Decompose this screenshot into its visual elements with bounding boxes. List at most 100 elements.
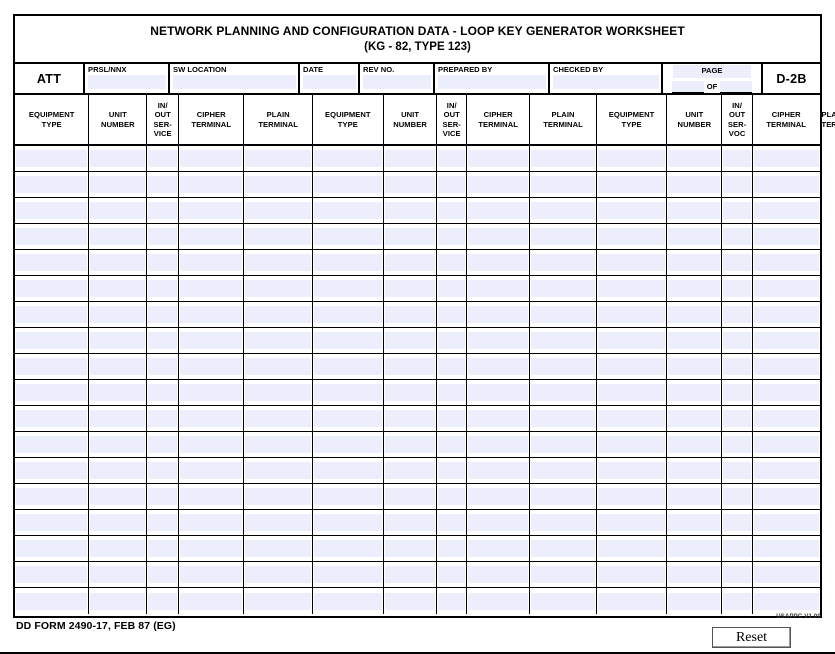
grid-input-unit-number-2[interactable]: [384, 253, 436, 271]
grid-input-unit-number-3[interactable]: [668, 488, 721, 506]
grid-input-unit-number-3[interactable]: [668, 175, 721, 193]
grid-cell-unit-number-3[interactable]: [666, 431, 723, 459]
grid-cell-equipment-type-2[interactable]: [312, 379, 384, 406]
grid-input-plain-terminal-1[interactable]: [245, 331, 311, 349]
grid-cell-plain-terminal-2[interactable]: [529, 275, 597, 302]
grid-input-cipher-terminal-3[interactable]: [753, 201, 819, 219]
grid-cell-equipment-type-1[interactable]: [15, 223, 90, 250]
grid-input-cipher-terminal-2[interactable]: [467, 488, 529, 506]
grid-input-unit-number-2[interactable]: [384, 436, 436, 454]
grid-cell-plain-terminal-1[interactable]: [243, 145, 313, 172]
grid-input-plain-terminal-1[interactable]: [245, 409, 311, 427]
grid-cell-equipment-type-1[interactable]: [15, 327, 90, 354]
grid-cell-in-out-service-3[interactable]: [721, 587, 753, 614]
grid-input-unit-number-3[interactable]: [668, 149, 721, 167]
grid-cell-equipment-type-3[interactable]: [596, 171, 668, 198]
grid-input-plain-terminal-2[interactable]: [531, 592, 595, 610]
grid-input-plain-terminal-2[interactable]: [531, 436, 595, 454]
grid-cell-cipher-terminal-3[interactable]: [752, 379, 821, 406]
grid-cell-equipment-type-2[interactable]: [312, 275, 384, 302]
grid-input-in-out-service-1[interactable]: [148, 462, 177, 480]
grid-cell-unit-number-1[interactable]: [88, 327, 148, 354]
grid-cell-plain-terminal-2[interactable]: [529, 353, 597, 380]
grid-cell-unit-number-2[interactable]: [383, 509, 438, 537]
grid-input-unit-number-2[interactable]: [384, 540, 436, 558]
grid-input-cipher-terminal-1[interactable]: [180, 383, 243, 401]
grid-cell-plain-terminal-1[interactable]: [243, 353, 313, 380]
grid-cell-equipment-type-3[interactable]: [596, 145, 668, 172]
grid-input-cipher-terminal-1[interactable]: [180, 253, 243, 271]
grid-input-unit-number-3[interactable]: [668, 279, 721, 297]
grid-input-plain-terminal-2[interactable]: [531, 409, 595, 427]
grid-cell-cipher-terminal-2[interactable]: [466, 431, 531, 459]
grid-cell-equipment-type-3[interactable]: [596, 249, 668, 276]
grid-cell-in-out-service-1[interactable]: [146, 327, 179, 354]
checked-by-cell[interactable]: CHECKED BY: [550, 64, 663, 93]
grid-cell-in-out-service-2[interactable]: [436, 561, 467, 589]
grid-input-equipment-type-3[interactable]: [597, 566, 666, 584]
grid-cell-cipher-terminal-1[interactable]: [178, 353, 245, 380]
grid-input-cipher-terminal-1[interactable]: [180, 436, 243, 454]
grid-cell-in-out-service-3[interactable]: [721, 379, 753, 406]
grid-cell-cipher-terminal-2[interactable]: [466, 145, 531, 172]
grid-cell-equipment-type-1[interactable]: [15, 509, 90, 537]
grid-cell-in-out-service-1[interactable]: [146, 145, 179, 172]
grid-input-cipher-terminal-3[interactable]: [753, 436, 819, 454]
grid-input-cipher-terminal-2[interactable]: [467, 540, 529, 558]
grid-input-in-out-service-3[interactable]: [723, 227, 751, 245]
grid-cell-cipher-terminal-1[interactable]: [178, 535, 245, 563]
grid-input-in-out-service-3[interactable]: [723, 462, 751, 480]
grid-input-cipher-terminal-3[interactable]: [753, 279, 819, 297]
grid-input-cipher-terminal-2[interactable]: [467, 149, 529, 167]
grid-input-plain-terminal-1[interactable]: [245, 201, 311, 219]
grid-input-plain-terminal-1[interactable]: [245, 253, 311, 271]
grid-cell-in-out-service-2[interactable]: [436, 431, 467, 459]
grid-input-in-out-service-2[interactable]: [438, 383, 465, 401]
grid-cell-cipher-terminal-2[interactable]: [466, 223, 531, 250]
grid-cell-unit-number-2[interactable]: [383, 457, 438, 485]
grid-cell-cipher-terminal-2[interactable]: [466, 275, 531, 302]
grid-cell-unit-number-1[interactable]: [88, 353, 148, 380]
grid-cell-unit-number-2[interactable]: [383, 197, 438, 224]
grid-input-in-out-service-1[interactable]: [148, 383, 177, 401]
grid-cell-equipment-type-1[interactable]: [15, 275, 90, 302]
page-total-input[interactable]: [720, 81, 753, 93]
grid-input-equipment-type-1[interactable]: [16, 462, 88, 480]
grid-cell-equipment-type-3[interactable]: [596, 483, 668, 511]
grid-cell-cipher-terminal-2[interactable]: [466, 301, 531, 328]
grid-input-unit-number-2[interactable]: [384, 514, 436, 532]
grid-cell-in-out-service-2[interactable]: [436, 509, 467, 537]
prsl-nnx-cell[interactable]: PRSL/NNX: [85, 64, 170, 93]
grid-input-cipher-terminal-3[interactable]: [753, 409, 819, 427]
grid-input-in-out-service-1[interactable]: [148, 540, 177, 558]
grid-cell-equipment-type-2[interactable]: [312, 431, 384, 459]
grid-cell-in-out-service-2[interactable]: [436, 483, 467, 511]
grid-input-in-out-service-1[interactable]: [148, 592, 177, 610]
grid-cell-equipment-type-3[interactable]: [596, 535, 668, 563]
grid-cell-equipment-type-3[interactable]: [596, 275, 668, 302]
grid-cell-in-out-service-2[interactable]: [436, 249, 467, 276]
grid-cell-equipment-type-3[interactable]: [596, 301, 668, 328]
grid-input-cipher-terminal-2[interactable]: [467, 175, 529, 193]
grid-input-plain-terminal-2[interactable]: [531, 331, 595, 349]
grid-cell-unit-number-2[interactable]: [383, 275, 438, 302]
grid-input-plain-terminal-1[interactable]: [245, 279, 311, 297]
grid-cell-equipment-type-1[interactable]: [15, 457, 90, 485]
grid-cell-unit-number-1[interactable]: [88, 535, 148, 563]
grid-input-in-out-service-2[interactable]: [438, 357, 465, 375]
grid-cell-cipher-terminal-1[interactable]: [178, 561, 245, 589]
grid-cell-cipher-terminal-2[interactable]: [466, 457, 531, 485]
grid-cell-equipment-type-2[interactable]: [312, 327, 384, 354]
grid-input-unit-number-3[interactable]: [668, 305, 721, 323]
grid-input-unit-number-1[interactable]: [90, 488, 146, 506]
grid-cell-cipher-terminal-3[interactable]: [752, 431, 821, 459]
grid-cell-plain-terminal-1[interactable]: [243, 561, 313, 589]
grid-input-in-out-service-2[interactable]: [438, 488, 465, 506]
grid-cell-unit-number-3[interactable]: [666, 509, 723, 537]
grid-cell-in-out-service-1[interactable]: [146, 587, 179, 614]
grid-input-in-out-service-1[interactable]: [148, 253, 177, 271]
grid-cell-in-out-service-1[interactable]: [146, 535, 179, 563]
grid-input-equipment-type-3[interactable]: [597, 409, 666, 427]
prepared-by-input[interactable]: [438, 75, 546, 89]
grid-input-equipment-type-3[interactable]: [597, 383, 666, 401]
